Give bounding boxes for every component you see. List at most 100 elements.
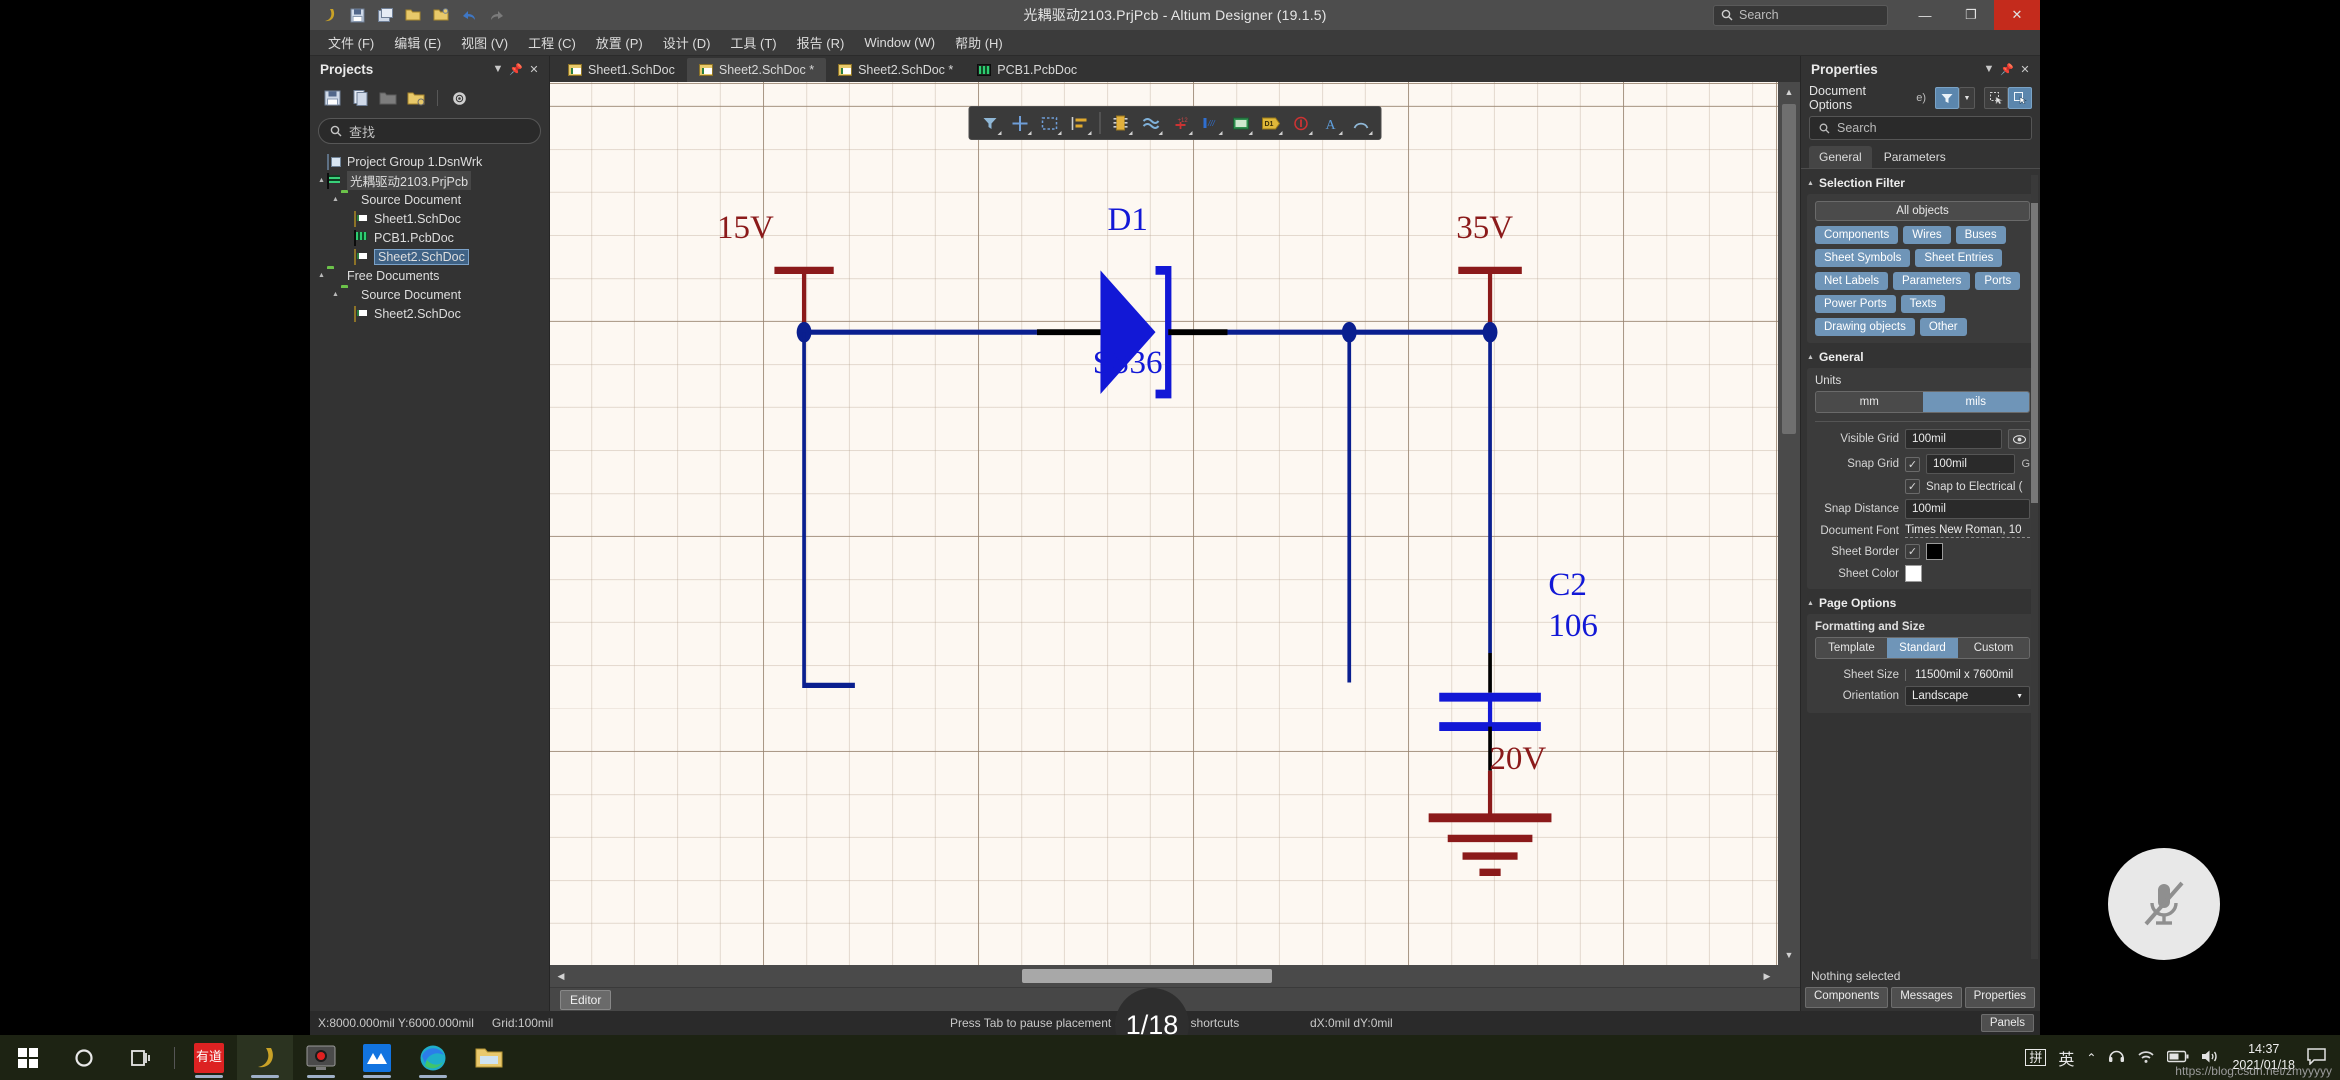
snap-grid-checkbox[interactable]: ✓ [1905,456,1920,472]
pin-icon[interactable]: 📌 [1998,60,2016,78]
label-d1-designator[interactable]: D1 [1108,202,1148,239]
document-font-value[interactable]: Times New Roman, 10 [1905,524,2030,538]
vertical-scrollbar[interactable]: ▲ ▼ [1778,82,1800,965]
open-folder-icon[interactable] [378,88,398,108]
selection-filter-header[interactable]: ▲ Selection Filter [1807,176,2038,190]
add-folder-icon[interactable] [406,88,426,108]
scroll-down-arrow[interactable]: ▼ [1778,945,1800,965]
chip-wires[interactable]: Wires [1903,226,1951,244]
tree-item-sheet2-free[interactable]: Sheet2.SchDoc [310,304,549,323]
tree-item-project[interactable]: ▲ 光耦驱动2103.PrjPcb [310,171,549,190]
snap-distance-input[interactable]: 100mil [1905,499,2030,519]
chip-parameters[interactable]: Parameters [1892,272,1971,290]
schematic-canvas[interactable]: 15V D1 SS36 35V C2 106 20V +12 /// D1 A … [550,82,1800,987]
microsoft-edge-icon[interactable] [405,1035,461,1080]
label-35v[interactable]: 35V [1456,210,1513,247]
save-as-icon[interactable] [350,88,370,108]
label-20v[interactable]: 20V [1489,741,1546,778]
place-designator-icon[interactable]: D1 [1257,110,1285,136]
align-icon[interactable] [1066,110,1094,136]
chip-power-ports[interactable]: Power Ports [1815,295,1896,313]
tree-item-source-document-free[interactable]: ▲ Source Document [310,285,549,304]
snap-grid-input[interactable]: 100mil [1926,454,2016,474]
open-icon[interactable] [400,3,426,27]
twisty-icon[interactable]: ▲ [330,291,341,298]
properties-scroll-area[interactable]: ▲ Selection Filter All objects Component… [1801,169,2040,965]
chip-texts[interactable]: Texts [1900,295,1946,313]
chip-components[interactable]: Components [1815,226,1899,244]
document-tab-sheet2-second[interactable]: Sheet2.SchDoc * [826,58,965,82]
place-power-port-icon[interactable]: +12 [1167,110,1195,136]
global-search-input[interactable]: Search [1713,4,1888,26]
sheet-color-swatch[interactable] [1905,565,1922,582]
select-mode-button[interactable] [1984,87,2008,109]
menu-item-window[interactable]: Window (W) [854,32,945,53]
label-15v[interactable]: 15V [717,210,774,247]
place-no-erc-icon[interactable] [1287,110,1315,136]
tree-item-sheet1[interactable]: Sheet1.SchDoc [310,209,549,228]
headset-icon[interactable] [2108,1048,2125,1067]
page-options-header[interactable]: ▲ Page Options [1807,596,2038,610]
show-hidden-icons-chevron-icon[interactable]: ⌃ [2086,1051,2096,1065]
panels-button[interactable]: Panels [1980,1014,2034,1032]
label-c2-designator[interactable]: C2 [1548,567,1587,604]
restore-button[interactable]: ❐ [1948,0,1994,30]
ime-language-icon[interactable]: 英 [2058,1046,2074,1070]
tree-item-source-document[interactable]: ▲ Source Document [310,190,549,209]
eye-icon[interactable] [2008,429,2030,449]
tree-item-project-group[interactable]: Project Group 1.DsnWrk [310,152,549,171]
chevron-down-icon[interactable]: ▼ [1980,60,1998,78]
properties-scrollbar-thumb[interactable] [2031,203,2038,503]
undo-icon[interactable] [456,3,482,27]
menu-item-view[interactable]: 视图 (V) [451,30,518,55]
redo-icon[interactable] [484,3,510,27]
close-icon[interactable]: ✕ [2016,60,2034,78]
menu-item-design[interactable]: 设计 (D) [653,30,721,55]
visible-grid-input[interactable]: 100mil [1905,429,2002,449]
tree-item-pcb1[interactable]: PCB1.PcbDoc [310,228,549,247]
select-touching-button[interactable] [2008,87,2032,109]
horizontal-scrollbar-thumb[interactable] [1022,969,1272,983]
collapse-triangle-icon[interactable]: ▲ [1807,180,1814,187]
properties-search-input[interactable]: Search [1809,116,2032,140]
chip-sheet-symbols[interactable]: Sheet Symbols [1815,249,1911,267]
scroll-up-arrow[interactable]: ▲ [1778,82,1800,102]
cortana-search-icon[interactable] [56,1035,112,1080]
pin-icon[interactable]: 📌 [507,60,525,78]
format-option-custom[interactable]: Custom [1958,638,2029,658]
altium-logo-icon[interactable] [316,3,342,27]
sheet-border-checkbox[interactable]: ✓ [1905,544,1920,559]
bottom-tab-properties[interactable]: Properties [1964,987,2036,1008]
menu-item-help[interactable]: 帮助 (H) [945,30,1013,55]
sheet-border-color-swatch[interactable] [1926,543,1943,560]
orientation-dropdown[interactable]: Landscape ▼ [1905,686,2030,706]
general-header[interactable]: ▲ General [1807,350,2038,364]
close-button[interactable]: ✕ [1994,0,2040,30]
save-icon[interactable] [344,3,370,27]
screen-recorder-icon[interactable] [293,1035,349,1080]
label-c2-comment[interactable]: 106 [1548,608,1598,645]
task-view-icon[interactable] [112,1035,168,1080]
place-wire-icon[interactable] [1137,110,1165,136]
minimize-button[interactable]: — [1902,0,1948,30]
format-option-standard[interactable]: Standard [1887,638,1958,658]
document-tab-pcb1[interactable]: PCB1.PcbDoc [965,58,1089,82]
app-blue-icon[interactable] [349,1035,405,1080]
settings-gear-icon[interactable] [449,88,469,108]
menu-item-file[interactable]: 文件 (F) [318,30,384,55]
chip-buses[interactable]: Buses [1955,226,2006,244]
close-icon[interactable]: ✕ [525,60,543,78]
menu-item-edit[interactable]: 编辑 (E) [384,30,451,55]
scroll-right-arrow[interactable]: ▶ [1756,966,1778,986]
document-tab-sheet1[interactable]: Sheet1.SchDoc [556,58,687,82]
chip-drawing-objects[interactable]: Drawing objects [1815,318,1915,336]
youdao-dictionary-icon[interactable]: 有道 [181,1035,237,1080]
units-option-mils[interactable]: mils [1922,392,2029,412]
area-select-icon[interactable] [1036,110,1064,136]
altium-designer-icon[interactable] [237,1035,293,1080]
horizontal-scrollbar[interactable]: ◀ ▶ [550,965,1778,987]
menu-item-reports[interactable]: 报告 (R) [787,30,855,55]
units-option-mm[interactable]: mm [1816,392,1923,412]
tree-item-sheet2-selected[interactable]: Sheet2.SchDoc [310,247,549,266]
menu-item-project[interactable]: 工程 (C) [518,30,586,55]
